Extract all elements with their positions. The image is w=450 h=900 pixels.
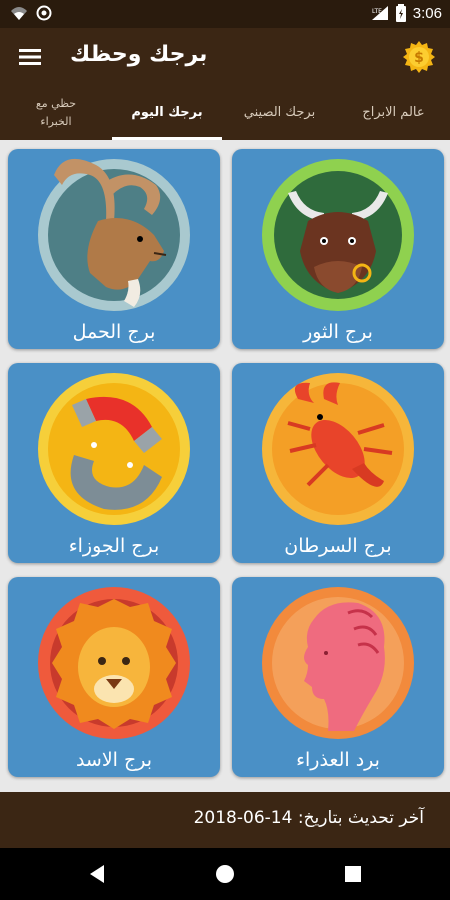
signal-icon: LTE [371,6,388,20]
zodiac-card-label: برد العذراء [296,749,380,771]
zodiac-grid: برج الثور برج الحمل برج السرطان برج الجو… [0,140,450,792]
tab-luck-with-experts[interactable]: حظي مع الخبراء [0,86,112,140]
zodiac-card-taurus[interactable]: برج الثور [232,149,444,349]
battery-icon [395,4,406,22]
zodiac-card-label: برج الاسد [75,749,153,771]
zodiac-card-leo[interactable]: برج الاسد [8,577,220,777]
recent-apps-icon[interactable] [341,862,365,886]
zodiac-card-virgo[interactable]: برد العذراء [232,577,444,777]
coin-icon[interactable]: $ [402,40,436,74]
status-bar: LTE 3:06 [0,0,450,28]
hamburger-menu-icon[interactable] [14,44,48,70]
zodiac-card-gemini[interactable]: برج الجوزاء [8,363,220,563]
app-title: برجك وحظك [70,42,208,67]
tab-chinese-horoscope[interactable]: برجك الصيني [222,86,337,140]
zodiac-card-cancer[interactable]: برج السرطان [232,363,444,563]
zodiac-card-label: برج الحمل [72,321,156,343]
wifi-icon [11,7,27,20]
status-left [10,5,52,21]
zodiac-card-aries[interactable]: برج الحمل [8,149,220,349]
tab-label: برجك اليوم [131,105,203,120]
status-right: LTE 3:06 [371,4,442,22]
zodiac-card-label: برج السرطان [284,535,392,557]
aries-ram-icon [38,158,190,311]
tab-label-line1: حظي مع [35,97,77,110]
taurus-bull-icon [262,159,414,311]
last-update-footer: آخر تحديث بتاريخ: 14-06-2018 [0,792,450,848]
app-root: LTE 3:06 برجك وحظك $ عالم الابراج برجك ا… [0,0,450,900]
tab-bar: عالم الابراج برجك الصيني برجك اليوم حظي … [0,86,450,140]
last-update-text: آخر تحديث بتاريخ: 14-06-2018 [193,808,424,828]
app-bar: برجك وحظك $ [0,28,450,86]
leo-lion-icon [38,587,190,739]
tab-label-line2: الخبراء [40,115,72,128]
tab-label: حظي مع الخبراء [36,95,76,131]
gemini-magnet-icon [38,373,190,525]
svg-text:$: $ [414,50,424,66]
back-icon[interactable] [86,862,110,886]
tab-label: عالم الابراج [362,105,425,120]
zodiac-card-label: برج الجوزاء [68,535,160,557]
zodiac-card-label: برج الثور [303,321,373,343]
tab-today-horoscope[interactable]: برجك اليوم [112,86,222,140]
system-nav-bar [0,848,450,900]
svg-text:LTE: LTE [372,8,382,15]
tab-zodiac-world[interactable]: عالم الابراج [337,86,450,140]
cancer-crab-icon [262,373,414,525]
status-time: 3:06 [412,4,442,22]
home-icon[interactable] [213,862,237,886]
settings-notification-icon [36,5,52,21]
tab-label: برجك الصيني [243,105,316,120]
virgo-woman-icon [262,587,414,739]
